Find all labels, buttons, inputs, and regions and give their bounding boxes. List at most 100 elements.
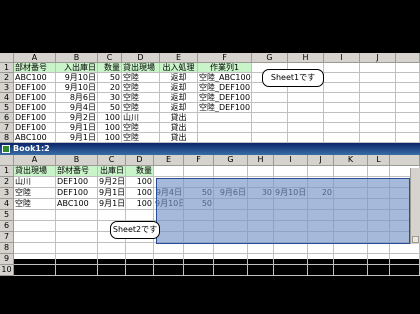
cell-f1[interactable]: 作業列1 (198, 63, 252, 73)
cell-c1[interactable]: 数量 (98, 63, 122, 73)
cell-h1[interactable] (248, 166, 274, 177)
column-header-g[interactable]: G (252, 53, 288, 63)
cell-b10[interactable] (56, 265, 98, 276)
cell-j8[interactable] (308, 243, 334, 254)
cell-g4[interactable] (214, 199, 248, 210)
cell-c2[interactable]: 9月2日 (98, 177, 126, 188)
column-header-c[interactable]: C (98, 155, 126, 166)
cell-g5[interactable] (214, 210, 248, 221)
column-header-f[interactable]: F (198, 53, 252, 63)
cell-a10[interactable] (14, 265, 56, 276)
cell-i10[interactable] (274, 265, 308, 276)
cell-h8[interactable] (248, 243, 274, 254)
cell-k7[interactable] (334, 232, 368, 243)
cell-j2[interactable] (308, 177, 334, 188)
cell-b9[interactable] (56, 254, 98, 265)
cell-l6[interactable] (368, 221, 390, 232)
cell-b5[interactable]: 9月4日 (56, 103, 98, 113)
cell-i7[interactable] (274, 232, 308, 243)
cell-c3[interactable]: 20 (98, 83, 122, 93)
cell-a6[interactable] (14, 221, 56, 232)
cell-f3[interactable]: 空陸_DEF100 (198, 83, 252, 93)
column-header-f[interactable]: F (184, 155, 214, 166)
cell-f3[interactable]: 50 (184, 188, 214, 199)
cell-c1[interactable]: 出庫日 (98, 166, 126, 177)
row-header-4[interactable]: 4 (0, 93, 14, 103)
cell-f2[interactable]: 空陸_ABC100 (198, 73, 252, 83)
cell-d8[interactable] (126, 243, 154, 254)
cell-h5[interactable] (248, 210, 274, 221)
cell-b1[interactable]: 入出庫日 (56, 63, 98, 73)
cell-h6[interactable] (288, 113, 324, 123)
cell-l1[interactable] (368, 166, 390, 177)
select-all-corner[interactable] (0, 53, 14, 63)
cell-k8[interactable] (334, 243, 368, 254)
cell-k3[interactable] (334, 188, 368, 199)
cell-g9[interactable] (214, 254, 248, 265)
cell-e7[interactable]: 貸出 (160, 123, 198, 133)
column-header-d[interactable]: D (122, 53, 160, 63)
cell-a4[interactable]: 空陸 (14, 199, 56, 210)
cell-k5[interactable] (334, 210, 368, 221)
cell-h5[interactable] (288, 103, 324, 113)
cell-j6[interactable] (308, 221, 334, 232)
cell-f7[interactable] (184, 232, 214, 243)
cell-f1[interactable] (184, 166, 214, 177)
cell-k2[interactable] (334, 177, 368, 188)
cell-d7[interactable]: 空陸 (122, 123, 160, 133)
cell-h8[interactable] (288, 133, 324, 143)
cell-l3[interactable] (368, 188, 390, 199)
cell-h4[interactable] (288, 93, 324, 103)
row-header-2[interactable]: 2 (0, 73, 14, 83)
column-header-a[interactable]: A (14, 155, 56, 166)
cell-c2[interactable]: 50 (98, 73, 122, 83)
cell-d4[interactable]: 空陸 (122, 93, 160, 103)
cell-g4[interactable] (252, 93, 288, 103)
cell-e4[interactable]: 9月10日 (154, 199, 184, 210)
cell-i2[interactable] (324, 73, 360, 83)
cell-d10[interactable] (126, 265, 154, 276)
cell-f6[interactable] (198, 113, 252, 123)
cell-f4[interactable]: 50 (184, 199, 214, 210)
cell-e2[interactable]: 返却 (160, 73, 198, 83)
cell-d1[interactable]: 貸出現場 (122, 63, 160, 73)
cell-h7[interactable] (288, 123, 324, 133)
cell-a9[interactable] (14, 254, 56, 265)
cell-a7[interactable] (14, 232, 56, 243)
cell-k6[interactable] (334, 221, 368, 232)
cell-d2[interactable]: 100 (126, 177, 154, 188)
cell-c4[interactable]: 9月1日 (98, 199, 126, 210)
column-header-b[interactable]: B (56, 155, 98, 166)
cell-i5[interactable] (324, 103, 360, 113)
cell-e8[interactable] (154, 243, 184, 254)
cell-i7[interactable] (324, 123, 360, 133)
cell-g10[interactable] (214, 265, 248, 276)
cell-c10[interactable] (98, 265, 126, 276)
cell-j3[interactable] (360, 83, 396, 93)
cell-b8[interactable]: 9月1日 (56, 133, 98, 143)
cell-d5[interactable] (126, 210, 154, 221)
row-header-3[interactable]: 3 (0, 83, 14, 93)
cell-k9[interactable] (334, 254, 368, 265)
cell-a4[interactable]: DEF100 (14, 93, 56, 103)
row-header-8[interactable]: 8 (0, 133, 14, 143)
cell-i6[interactable] (274, 221, 308, 232)
cell-a8[interactable]: ABC100 (14, 133, 56, 143)
row-header-1[interactable]: 1 (0, 166, 14, 177)
select-all-corner[interactable] (0, 155, 14, 166)
cell-f9[interactable] (184, 254, 214, 265)
row-header-3[interactable]: 3 (0, 188, 14, 199)
book2-vertical-scrollbar[interactable] (410, 168, 420, 244)
column-header-d[interactable]: D (126, 155, 154, 166)
cell-b4[interactable]: 8月6日 (56, 93, 98, 103)
scroll-down-icon[interactable] (412, 236, 419, 243)
cell-i8[interactable] (274, 243, 308, 254)
cell-a3[interactable]: DEF100 (14, 83, 56, 93)
cell-a1[interactable]: 貸出現場 (14, 166, 56, 177)
column-header-l[interactable]: L (368, 155, 390, 166)
cell-g6[interactable] (214, 221, 248, 232)
row-header-9[interactable]: 9 (0, 254, 14, 265)
row-header-5[interactable]: 5 (0, 210, 14, 221)
cell-c9[interactable] (98, 254, 126, 265)
cell-f4[interactable]: 空陸_DEF100 (198, 93, 252, 103)
